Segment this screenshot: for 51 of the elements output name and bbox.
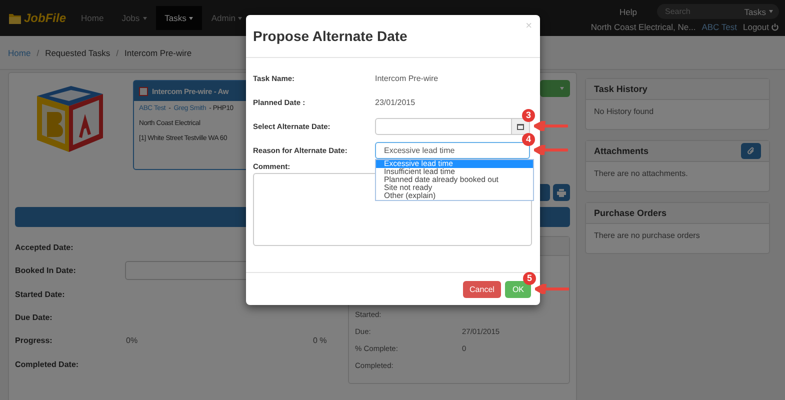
card-title: Attachments	[594, 146, 649, 156]
dialog-title: Propose Alternate Date	[253, 28, 408, 44]
step-number-badge: 3	[522, 108, 535, 122]
field-value: Intercom Pre-wire	[375, 74, 438, 82]
pointer-arrow	[535, 284, 569, 294]
card-title: Purchase Orders	[594, 208, 667, 218]
brand-name[interactable]: JobFile	[24, 11, 66, 25]
card-title: Task History	[594, 84, 648, 94]
pointer-arrow	[534, 145, 568, 155]
field-value: 23/01/2015	[375, 98, 416, 106]
nav-menu-item[interactable]: Jobs	[112, 0, 156, 36]
pointer-arrow	[534, 121, 568, 131]
folder-logo-icon	[8, 11, 22, 25]
card-message: There are no attachments.	[594, 169, 688, 178]
breadcrumb-separator: /	[36, 48, 40, 58]
calendar-button[interactable]	[511, 118, 529, 134]
date-label: Accepted Date:	[15, 243, 74, 252]
date-label: Progress:	[15, 336, 54, 346]
power-icon	[771, 23, 779, 31]
attach-button[interactable]	[741, 143, 761, 159]
step-number-badge: 5	[523, 272, 536, 284]
cancel-button[interactable]: Cancel	[462, 280, 502, 298]
help-link[interactable]: Help	[620, 6, 637, 16]
progress-value: 0%	[126, 336, 139, 346]
card-message: There are no purchase orders	[594, 231, 700, 240]
breadcrumb-item: Intercom Pre-wire	[124, 48, 192, 58]
breadcrumb-separator: /	[116, 48, 118, 58]
printer-icon	[557, 188, 566, 196]
paperclip-icon	[747, 147, 755, 155]
step-number-badge: 4	[522, 132, 535, 146]
date-input-field[interactable]	[375, 118, 530, 134]
reason-dropdown[interactable]: Excessive lead time	[375, 142, 530, 158]
user-link[interactable]: ABC Test	[702, 22, 737, 32]
nav-menu-item[interactable]: Home	[72, 0, 113, 36]
breadcrumb-link[interactable]: Home	[8, 48, 31, 58]
logout-link[interactable]: Logout	[743, 22, 779, 32]
date-label: Due Date:	[15, 313, 54, 322]
calendar-icon	[517, 122, 524, 130]
nav-menu-item[interactable]: Admin	[202, 0, 252, 36]
status-square-icon	[139, 86, 148, 96]
card-message: No History found	[594, 107, 654, 116]
date-label: Started Date:	[15, 290, 66, 299]
breadcrumb-item: Requested Tasks	[45, 48, 110, 58]
search-scope-dropdown[interactable]: Tasks	[744, 6, 773, 16]
action-dropdown-button[interactable]	[540, 80, 570, 97]
progress-percent: 0 %	[313, 336, 327, 346]
ok-button[interactable]: OK	[505, 280, 531, 298]
date-label: Booked In Date:	[15, 266, 77, 276]
company-name: North Coast Electrical, Ne...	[590, 22, 696, 32]
date-label: Completed Date:	[15, 360, 80, 369]
nav-menu-item[interactable]: Tasks	[156, 6, 202, 30]
